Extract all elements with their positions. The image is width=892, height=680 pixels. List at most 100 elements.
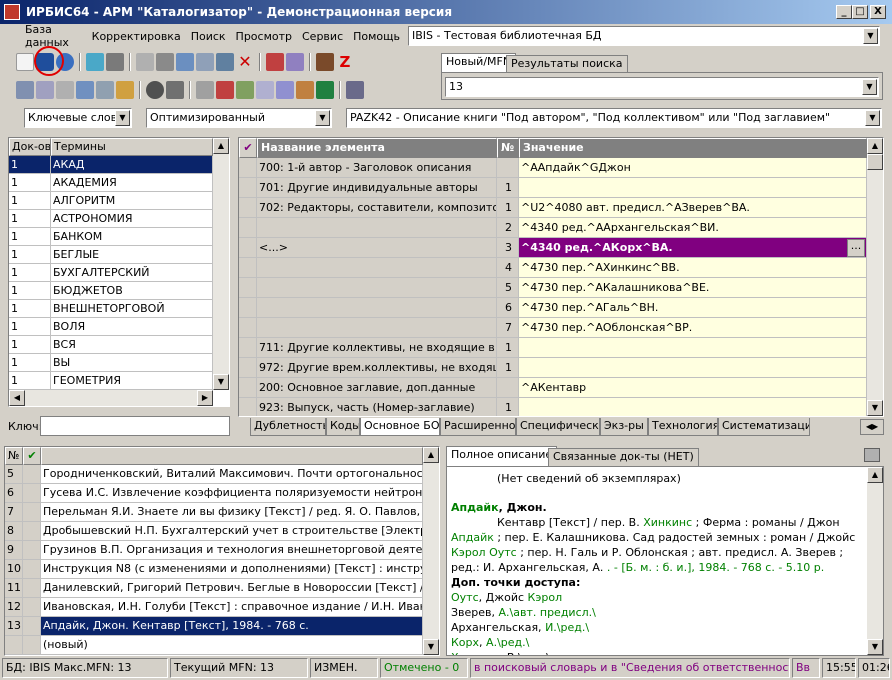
dict-row[interactable]: 1 АКАДЕМИЯ — [9, 174, 213, 192]
tabs-scroll-icon[interactable]: ◀▶ — [860, 419, 884, 435]
chevron-down-icon[interactable]: ▼ — [115, 110, 130, 126]
scroll-up-icon[interactable]: ▲ — [867, 138, 883, 154]
chevron-down-icon[interactable]: ▼ — [862, 79, 877, 95]
tab-full-description[interactable]: Полное описание — [446, 446, 558, 466]
access-link[interactable]: А.\авт. предисл.\ — [499, 606, 596, 619]
tree-icon[interactable] — [196, 53, 214, 71]
record-tab[interactable]: Расширенное — [440, 418, 516, 436]
record-tab[interactable]: Технология — [648, 418, 718, 436]
dict-row[interactable]: 1 ГЕОМЕТРИЯ — [9, 372, 213, 390]
scroll-down-icon[interactable]: ▼ — [213, 374, 229, 390]
new-doc-icon[interactable] — [16, 53, 34, 71]
record-field-value[interactable] — [519, 358, 867, 378]
chevron-down-icon[interactable]: ▼ — [315, 110, 330, 126]
record-row[interactable]: 702: Редакторы, составители, композиторы… — [239, 198, 867, 218]
printer-icon[interactable] — [196, 81, 214, 99]
z-icon[interactable]: Z — [336, 53, 354, 71]
doc-check[interactable] — [23, 503, 41, 522]
record-row[interactable]: <...> 3 ^4340 ред.^AКорх^BА.... — [239, 238, 867, 258]
table-icon[interactable] — [156, 53, 174, 71]
print-icon[interactable] — [176, 53, 194, 71]
scroll-left-icon[interactable]: ◀ — [9, 390, 25, 406]
record-row[interactable]: 923: Выпуск, часть (Номер-заглавие) 1 — [239, 398, 867, 416]
doc-check[interactable] — [23, 522, 41, 541]
dict-row[interactable]: 1 БАНКОМ — [9, 228, 213, 246]
doc-row[interactable]: 10 Инструкция N8 (с изменениями и дополне… — [5, 560, 423, 579]
edit-icon[interactable] — [216, 53, 234, 71]
database-select[interactable]: IBIS - Тестовая библиотечная БД ▼ — [408, 26, 880, 46]
chevron-down-icon[interactable]: ▼ — [863, 28, 878, 44]
tools-icon[interactable] — [116, 81, 134, 99]
doc-row[interactable]: 9 Грузинов В.П. Организация и технология … — [5, 541, 423, 560]
mail-icon[interactable] — [56, 81, 74, 99]
record-tab[interactable]: Специфические — [516, 418, 600, 436]
dict-row[interactable]: 1 БУХГАЛТЕРСКИЙ — [9, 264, 213, 282]
doc-row[interactable]: 11 Данилевский, Григорий Петрович. Беглые… — [5, 579, 423, 598]
worksheet-mode-select[interactable]: Оптимизированный ▼ — [146, 108, 332, 128]
author-link-3[interactable]: Кэрол Оутс — [451, 546, 517, 559]
search-icon[interactable] — [16, 81, 34, 99]
dict-row[interactable]: 1 АЛГОРИТМ — [9, 192, 213, 210]
access-link[interactable]: А.\ред.\ — [486, 636, 529, 649]
dict-row[interactable]: 1 АКАД — [9, 156, 213, 174]
menu-view[interactable]: Просмотр — [231, 30, 297, 43]
dict-row[interactable]: 1 АСТРОНОМИЯ — [9, 210, 213, 228]
dictionary-type-select[interactable]: Ключевые слова ▼ — [24, 108, 132, 128]
record-row[interactable]: 6 ^4730 пер.^AГаль^BН. — [239, 298, 867, 318]
record-field-value[interactable]: ^AАпдайк^GДжон — [519, 158, 867, 178]
doc-check[interactable] — [23, 484, 41, 503]
mfn-input[interactable]: 13 ▼ — [445, 77, 879, 97]
record-field-value[interactable]: ^4730 пер.^AКалашникова^BЕ. — [519, 278, 867, 298]
scroll-thumb[interactable] — [867, 154, 883, 170]
stats-icon[interactable] — [276, 81, 294, 99]
record-row[interactable]: 5 ^4730 пер.^AКалашникова^BЕ. — [239, 278, 867, 298]
record-row[interactable]: 200: Основное заглавие, доп.данные ^AКент… — [239, 378, 867, 398]
tab-linked-docs[interactable]: Связанные док-ты (НЕТ) — [548, 448, 699, 466]
minimize-button[interactable]: _ — [836, 5, 852, 19]
dict-hscroll[interactable]: ◀ ▶ — [9, 390, 213, 406]
author-link[interactable]: Апдайк — [451, 501, 499, 514]
view-icon[interactable] — [146, 81, 164, 99]
translator-link[interactable]: Хинкинс — [643, 516, 692, 529]
worksheet-select[interactable]: PAZK42 - Описание книги "Под автором", "… — [346, 108, 882, 128]
copy-icon[interactable] — [136, 53, 154, 71]
scroll-up-icon[interactable]: ▲ — [867, 467, 883, 483]
filter-icon[interactable] — [76, 81, 94, 99]
doc-check[interactable] — [23, 617, 41, 636]
doc-row[interactable]: 12 Ивановская, И.Н. Голуби [Текст] : спра… — [5, 598, 423, 617]
record-tab[interactable]: Дублетность — [250, 418, 326, 436]
menu-service[interactable]: Сервис — [297, 30, 348, 43]
tab-search-results[interactable]: Результаты поиска — [506, 55, 628, 73]
record-tab[interactable]: Основное БО — [360, 418, 440, 436]
doc-row[interactable]: 5 Городниченковский, Виталий Максимович. … — [5, 465, 423, 484]
doc-row[interactable]: (новый) — [5, 636, 423, 655]
menu-database[interactable]: База данных — [20, 23, 87, 49]
close-button[interactable]: X — [870, 5, 886, 19]
record-row[interactable]: 2 ^4340 ред.^AАрхангельская^BИ. — [239, 218, 867, 238]
chevron-down-icon[interactable]: ▼ — [865, 110, 880, 126]
maximize-button[interactable]: □ — [852, 5, 868, 19]
excel-icon[interactable] — [316, 81, 334, 99]
key-input[interactable] — [40, 416, 230, 436]
record-row[interactable]: 700: 1-й автор - Заголовок описания ^AАпд… — [239, 158, 867, 178]
record-row[interactable]: 972: Другие врем.коллективы, не входящие… — [239, 358, 867, 378]
author-link-2[interactable]: Апдайк — [451, 531, 494, 544]
record-field-value[interactable]: ^U2^4080 авт. предисл.^AЗверев^BА. — [519, 198, 867, 218]
doc-check[interactable] — [23, 465, 41, 484]
report-icon[interactable] — [216, 81, 234, 99]
list-icon[interactable] — [96, 81, 114, 99]
scroll-up-icon[interactable]: ▲ — [423, 447, 439, 463]
record-field-value[interactable] — [519, 178, 867, 198]
scroll-down-icon[interactable]: ▼ — [867, 400, 883, 416]
doc-row[interactable]: 8 Дробышевский Н.П. Бухгалтерский учет в … — [5, 522, 423, 541]
record-field-value[interactable]: ^4730 пер.^AХинкинс^BВ. — [519, 258, 867, 278]
prev-record-icon[interactable] — [86, 53, 104, 71]
search-advanced-icon[interactable] — [36, 81, 54, 99]
dict-row[interactable]: 1 ВНЕШНЕТОРГОВОЙ — [9, 300, 213, 318]
tab-new-mfn[interactable]: Новый/MFN — [441, 53, 517, 73]
dict-row[interactable]: 1 БЕГЛЫЕ — [9, 246, 213, 264]
doc-row[interactable]: 13 Апдайк, Джон. Кентавр [Текст], 1984. -… — [5, 617, 423, 636]
book-icon[interactable] — [236, 81, 254, 99]
export-icon[interactable] — [286, 53, 304, 71]
dict-row[interactable]: 1 БЮДЖЕТОВ — [9, 282, 213, 300]
